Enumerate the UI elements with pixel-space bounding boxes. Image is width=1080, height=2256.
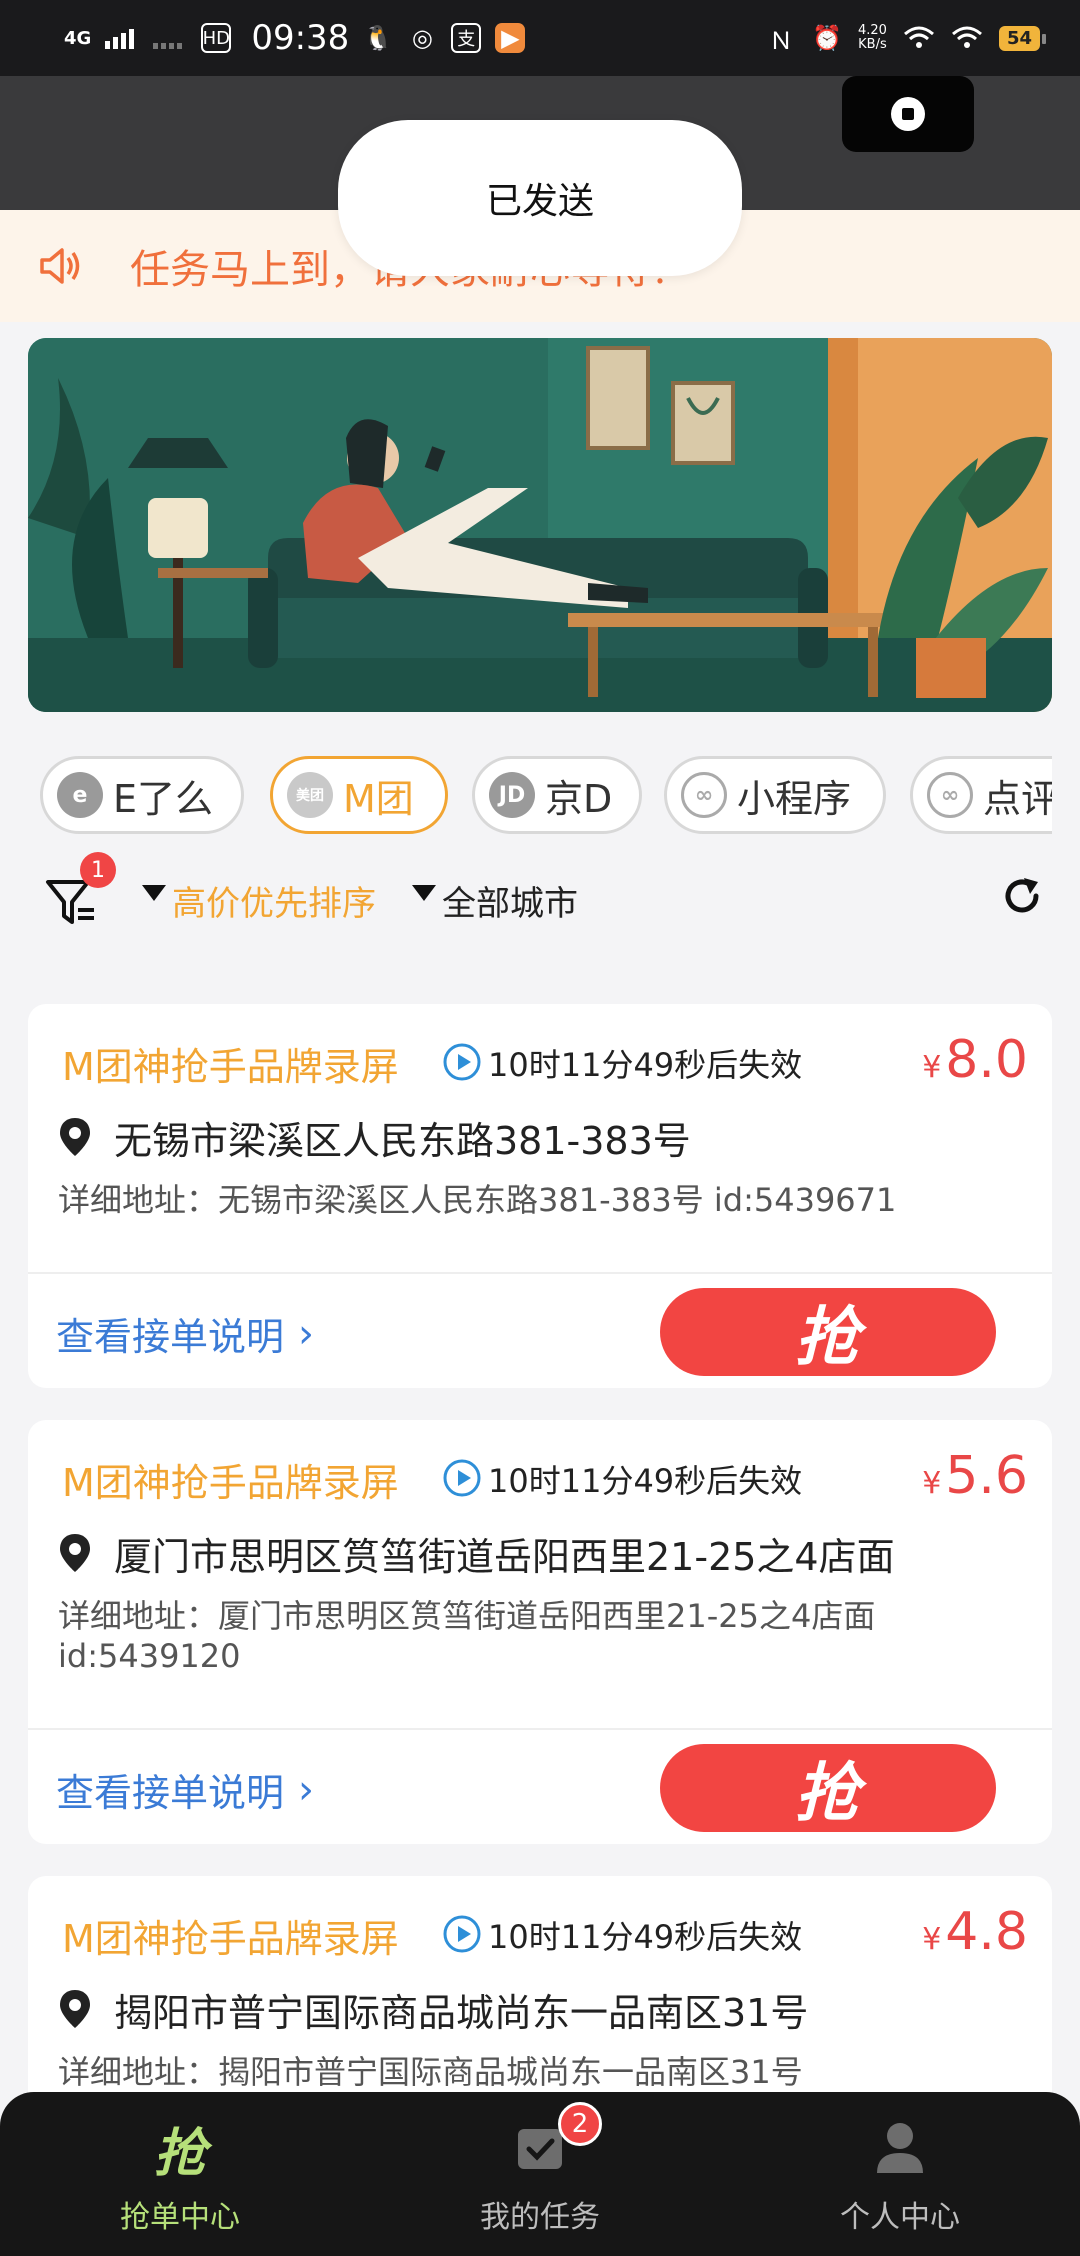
location-pin-icon	[60, 1534, 90, 1572]
tab-dianping[interactable]: ∞ 点评	[910, 756, 1052, 834]
alarm-icon: ⏰	[812, 24, 842, 52]
nav-grab-center[interactable]: 抢 抢单中心	[0, 2092, 360, 2256]
sort-label: 高价优先排序	[172, 884, 376, 924]
task-title: M团神抢手品牌录屏	[62, 1461, 399, 1505]
tab-label: 小程序	[737, 776, 852, 821]
task-card: M团神抢手品牌录屏 10时11分49秒后失效 ¥5.6 厦门市思明区筼筜街道岳阳…	[28, 1420, 1052, 1844]
currency-symbol: ¥	[922, 1466, 942, 1501]
signal-icon	[105, 29, 135, 49]
task-title: M团神抢手品牌录屏	[62, 1917, 399, 1961]
bottom-navigation: 抢 抢单中心 2 我的任务 个人中心	[0, 2092, 1080, 2256]
view-instructions-link[interactable]: 查看接单说明 ›	[56, 1762, 314, 1817]
clock: 09:38	[251, 18, 350, 58]
nav-label: 我的任务	[480, 2200, 600, 2235]
banner-image[interactable]	[28, 338, 1052, 712]
tab-jd[interactable]: JD 京D	[472, 756, 642, 834]
location-pin-icon	[60, 1990, 90, 2028]
status-bar: 4G HD 09:38 🐧 ◎ 支 ▶ Ｎ ⏰ 4.20 KB/s 54	[0, 0, 1080, 76]
caret-down-icon	[412, 884, 436, 901]
divider	[28, 1272, 1052, 1274]
qq-icon: 🐧	[363, 24, 394, 52]
filter-count-badge: 1	[80, 852, 116, 888]
price-value: 8.0	[945, 1030, 1028, 1090]
net-speed-value: 4.20	[857, 23, 887, 38]
wifi-icon	[903, 26, 934, 48]
task-detail-address: 详细地址：厦门市思明区筼筜街道岳阳西里21-25之4店面 id:5439120	[58, 1597, 876, 1675]
task-price: ¥4.8	[922, 1902, 1028, 1962]
signal-weak-icon	[153, 43, 183, 49]
link-icon: ∞	[927, 772, 973, 818]
currency-symbol: ¥	[922, 1922, 942, 1957]
net-speed-unit: KB/s	[858, 37, 887, 52]
toast-message: 已发送	[338, 120, 742, 276]
divider	[28, 1728, 1052, 1730]
nfc-icon: Ｎ	[768, 26, 793, 55]
link-label: 查看接单说明	[56, 1315, 285, 1359]
nav-my-tasks[interactable]: 2 我的任务	[360, 2092, 720, 2256]
play-icon	[443, 1459, 481, 1497]
chevron-right-icon: ›	[298, 1766, 315, 1813]
city-label: 全部城市	[442, 884, 578, 924]
sort-dropdown[interactable]: 高价优先排序	[142, 876, 376, 925]
task-address: 无锡市梁溪区人民东路381-383号	[114, 1119, 691, 1163]
meituan-icon: 美团	[287, 772, 333, 818]
link-label: 查看接单说明	[56, 1771, 285, 1815]
tab-label: 点评	[983, 776, 1052, 821]
tab-meituan[interactable]: 美团 M团	[270, 756, 448, 834]
nav-label: 抢单中心	[120, 2200, 240, 2235]
grab-order-button[interactable]: 抢	[660, 1288, 996, 1376]
task-detail-address: 详细地址：揭阳市普宁国际商品城尚东一品南区31号	[58, 2053, 803, 2091]
task-expire: 10时11分49秒后失效	[488, 1046, 803, 1084]
task-title: M团神抢手品牌录屏	[62, 1045, 399, 1089]
location-pin-icon	[60, 1118, 90, 1156]
nav-label: 个人中心	[840, 2200, 960, 2235]
filter-bar: 1 高价优先排序 全部城市	[0, 852, 1080, 942]
task-address: 厦门市思明区筼筜街道岳阳西里21-25之4店面	[114, 1535, 895, 1579]
grab-order-button[interactable]: 抢	[660, 1744, 996, 1832]
battery-level: 54	[998, 25, 1047, 51]
play-icon	[443, 1915, 481, 1953]
task-expire: 10时11分49秒后失效	[488, 1462, 803, 1500]
alipay-icon: 支	[451, 23, 482, 53]
net-speed: 4.20 KB/s	[858, 24, 887, 52]
tab-miniprogram[interactable]: ∞ 小程序	[664, 756, 886, 834]
tab-label: E了么	[113, 776, 214, 821]
person-icon	[877, 2123, 923, 2173]
speaker-icon	[40, 248, 80, 284]
task-count-badge: 2	[558, 2102, 602, 2146]
network-type: 4G	[64, 27, 92, 49]
chevron-right-icon: ›	[298, 1310, 315, 1357]
platform-tabs: e E了么 美团 M团 JD 京D ∞ 小程序 ∞ 点评	[40, 756, 1052, 836]
stop-icon	[891, 97, 925, 131]
screen-record-stop-button[interactable]	[842, 76, 974, 152]
task-expire: 10时11分49秒后失效	[488, 1918, 803, 1956]
nav-profile[interactable]: 个人中心	[720, 2092, 1080, 2256]
view-instructions-link[interactable]: 查看接单说明 ›	[56, 1306, 314, 1361]
city-dropdown[interactable]: 全部城市	[412, 876, 578, 925]
tab-eleme[interactable]: e E了么	[40, 756, 244, 834]
grab-icon: 抢	[153, 2123, 206, 2184]
jd-icon: JD	[489, 772, 535, 818]
play-icon	[443, 1043, 481, 1081]
tab-label: 京D	[545, 776, 613, 821]
task-address: 揭阳市普宁国际商品城尚东一品南区31号	[114, 1991, 809, 2035]
tab-label: M团	[343, 776, 414, 821]
refresh-icon[interactable]	[998, 872, 1046, 920]
app-notification-icon: ▶	[495, 23, 526, 53]
task-price: ¥5.6	[922, 1446, 1028, 1506]
caret-down-icon	[142, 884, 166, 901]
e-icon: e	[57, 772, 103, 818]
task-card: M团神抢手品牌录屏 10时11分49秒后失效 ¥8.0 无锡市梁溪区人民东路38…	[28, 1004, 1052, 1388]
hd-icon: HD	[201, 23, 232, 53]
ring-app-icon: ◎	[411, 24, 433, 52]
task-price: ¥8.0	[922, 1030, 1028, 1090]
price-value: 5.6	[945, 1446, 1028, 1506]
link-icon: ∞	[681, 772, 727, 818]
price-value: 4.8	[945, 1902, 1028, 1962]
task-check-icon	[518, 2129, 562, 2169]
wifi-icon-2	[951, 26, 982, 48]
currency-symbol: ¥	[922, 1050, 942, 1085]
task-detail-address: 详细地址：无锡市梁溪区人民东路381-383号 id:5439671	[58, 1181, 897, 1219]
